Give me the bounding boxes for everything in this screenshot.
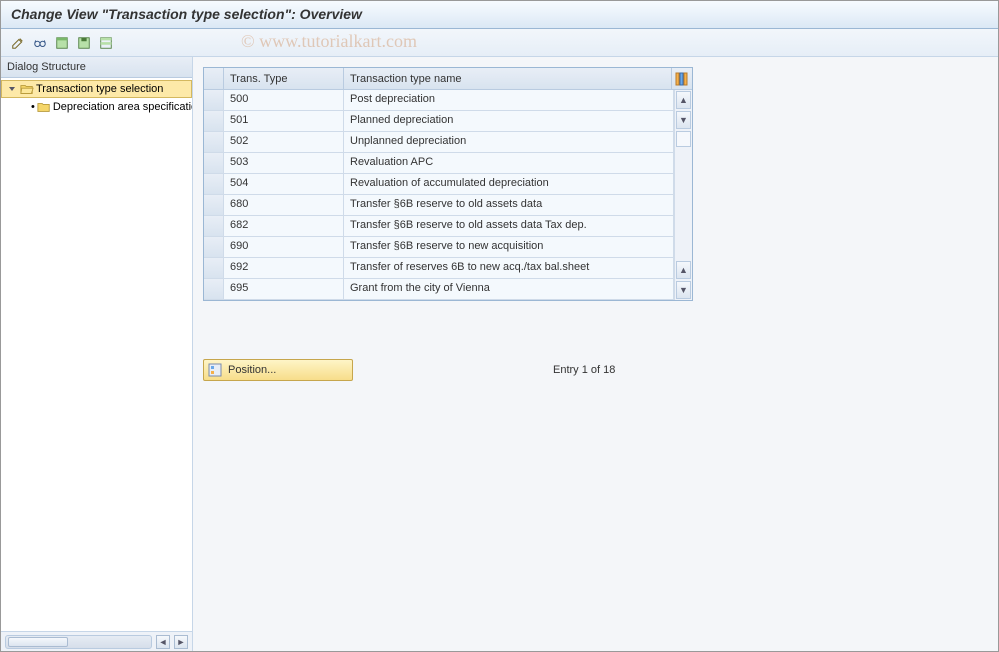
- dialog-structure-tree: Transaction type selection • Depreciatio…: [1, 78, 192, 631]
- tree-horizontal-scrollbar: ◄ ►: [1, 631, 192, 651]
- scrollbar-thumb[interactable]: [8, 637, 68, 647]
- table-row[interactable]: 682Transfer §6B reserve to old assets da…: [204, 216, 674, 237]
- folder-icon: [37, 101, 51, 113]
- main-area: Dialog Structure Transaction type select…: [1, 57, 998, 651]
- toolbar: © www.tutorialkart.com: [1, 29, 998, 57]
- content-area: Trans. Type Transaction type name 500Pos…: [193, 57, 998, 651]
- table-row[interactable]: 680Transfer §6B reserve to old assets da…: [204, 195, 674, 216]
- position-button[interactable]: Position...: [203, 359, 353, 381]
- cell-trans-type[interactable]: 500: [224, 90, 344, 110]
- cell-trans-name[interactable]: Transfer §6B reserve to old assets data …: [344, 216, 674, 236]
- cell-trans-name[interactable]: Transfer of reserves 6B to new acq./tax …: [344, 258, 674, 278]
- position-icon: [208, 363, 222, 377]
- select-block-icon[interactable]: [97, 34, 115, 52]
- scroll-thumb-box[interactable]: [676, 131, 691, 147]
- tree-node-label: Depreciation area specification: [53, 101, 192, 113]
- dialog-structure-panel: Dialog Structure Transaction type select…: [1, 57, 193, 651]
- select-all-icon[interactable]: [53, 34, 71, 52]
- scroll-up-button-2[interactable]: ▲: [676, 261, 691, 279]
- table-row[interactable]: 695Grant from the city of Vienna: [204, 279, 674, 300]
- dialog-structure-header: Dialog Structure: [1, 57, 192, 78]
- cell-trans-type[interactable]: 680: [224, 195, 344, 215]
- watermark: © www.tutorialkart.com: [241, 31, 417, 52]
- table-row[interactable]: 692Transfer of reserves 6B to new acq./t…: [204, 258, 674, 279]
- scroll-right-button[interactable]: ►: [174, 635, 188, 649]
- row-selector[interactable]: [204, 111, 224, 131]
- table-row[interactable]: 504Revaluation of accumulated depreciati…: [204, 174, 674, 195]
- window-title: Change View "Transaction type selection"…: [1, 1, 998, 29]
- change-icon[interactable]: [9, 34, 27, 52]
- entry-status: Entry 1 of 18: [553, 364, 615, 376]
- cell-trans-type[interactable]: 504: [224, 174, 344, 194]
- cell-trans-type[interactable]: 695: [224, 279, 344, 299]
- table-config-button[interactable]: [672, 68, 692, 89]
- cell-trans-name[interactable]: Transfer §6B reserve to old assets data: [344, 195, 674, 215]
- col-header-trans-name[interactable]: Transaction type name: [344, 68, 672, 89]
- cell-trans-name[interactable]: Revaluation APC: [344, 153, 674, 173]
- cell-trans-name[interactable]: Planned depreciation: [344, 111, 674, 131]
- row-selector[interactable]: [204, 279, 224, 299]
- cell-trans-type[interactable]: 501: [224, 111, 344, 131]
- cell-trans-name[interactable]: Transfer §6B reserve to new acquisition: [344, 237, 674, 257]
- table-row[interactable]: 500Post depreciation: [204, 90, 674, 111]
- select-all-header[interactable]: [204, 68, 224, 89]
- scroll-down-button-2[interactable]: ▼: [676, 281, 691, 299]
- table-row[interactable]: 502Unplanned depreciation: [204, 132, 674, 153]
- save-icon[interactable]: [75, 34, 93, 52]
- row-selector[interactable]: [204, 216, 224, 236]
- scrollbar-track[interactable]: [5, 635, 152, 649]
- tree-node-transaction-type-selection[interactable]: Transaction type selection: [1, 80, 192, 98]
- row-selector[interactable]: [204, 258, 224, 278]
- cell-trans-name[interactable]: Post depreciation: [344, 90, 674, 110]
- row-selector[interactable]: [204, 153, 224, 173]
- tree-node-depreciation-area[interactable]: • Depreciation area specification: [1, 98, 192, 116]
- scroll-track[interactable]: [675, 148, 692, 260]
- row-selector[interactable]: [204, 195, 224, 215]
- cell-trans-type[interactable]: 682: [224, 216, 344, 236]
- cell-trans-type[interactable]: 502: [224, 132, 344, 152]
- col-header-trans-type[interactable]: Trans. Type: [224, 68, 344, 89]
- tree-bullet: •: [31, 101, 35, 113]
- row-selector[interactable]: [204, 174, 224, 194]
- row-selector[interactable]: [204, 132, 224, 152]
- cell-trans-type[interactable]: 503: [224, 153, 344, 173]
- cell-trans-name[interactable]: Unplanned depreciation: [344, 132, 674, 152]
- expand-icon[interactable]: [6, 83, 18, 95]
- table-row[interactable]: 501Planned depreciation: [204, 111, 674, 132]
- position-button-label: Position...: [228, 364, 276, 376]
- bottom-controls: Position... Entry 1 of 18: [203, 359, 988, 381]
- cell-trans-name[interactable]: Grant from the city of Vienna: [344, 279, 674, 299]
- row-selector[interactable]: [204, 237, 224, 257]
- cell-trans-type[interactable]: 690: [224, 237, 344, 257]
- scroll-left-button[interactable]: ◄: [156, 635, 170, 649]
- cell-trans-type[interactable]: 692: [224, 258, 344, 278]
- glasses-icon[interactable]: [31, 34, 49, 52]
- scroll-up-button[interactable]: ▲: [676, 91, 691, 109]
- scroll-down-button[interactable]: ▼: [676, 111, 691, 129]
- table-header-row: Trans. Type Transaction type name: [204, 68, 692, 90]
- row-selector[interactable]: [204, 90, 224, 110]
- tree-node-label: Transaction type selection: [36, 83, 163, 95]
- table-row[interactable]: 503Revaluation APC: [204, 153, 674, 174]
- cell-trans-name[interactable]: Revaluation of accumulated depreciation: [344, 174, 674, 194]
- transaction-type-table: Trans. Type Transaction type name 500Pos…: [203, 67, 693, 301]
- table-row[interactable]: 690Transfer §6B reserve to new acquisiti…: [204, 237, 674, 258]
- table-vertical-scrollbar: ▲ ▼ ▲ ▼: [674, 90, 692, 300]
- folder-open-icon: [20, 83, 34, 95]
